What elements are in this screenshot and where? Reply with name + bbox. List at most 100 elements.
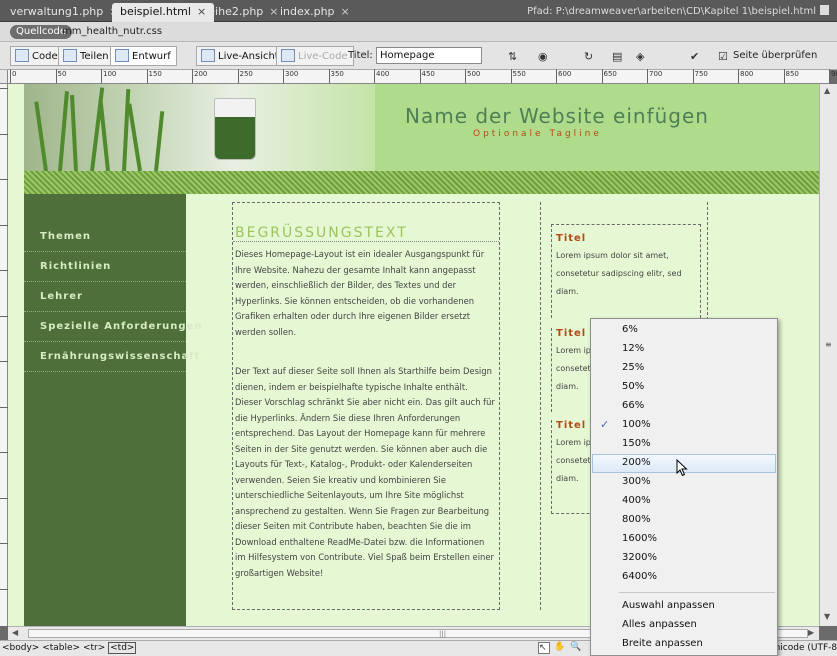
ruler-tick — [738, 69, 739, 83]
zoom-option[interactable]: 6400% — [592, 568, 776, 587]
vertical-ruler — [0, 84, 8, 626]
preview-browser-icon[interactable]: ◉ — [538, 50, 548, 63]
file-path: Pfad: P:\dreamweaver\arbeiten\CD\Kapitel… — [527, 5, 829, 17]
nav-item-lehrer[interactable]: Lehrer — [24, 282, 186, 312]
scroll-left-icon[interactable]: ◀ — [12, 628, 18, 637]
scroll-down-icon[interactable]: ▼ — [824, 612, 830, 621]
ruler-tick — [0, 315, 8, 317]
zoom-fit-option[interactable]: Breite anpassen — [592, 635, 776, 654]
zoom-fit-option[interactable]: Alles anpassen — [592, 616, 776, 635]
tag-path[interactable]: <body> <table> <tr> — [2, 643, 105, 653]
zoom-option-label: 50% — [622, 381, 645, 392]
site-name[interactable]: Name der Website einfügen — [405, 104, 709, 128]
tab-verwaltung1[interactable]: verwaltung1.php× — [2, 3, 126, 22]
site-tagline[interactable]: Optionale Tagline — [473, 129, 602, 139]
design-view-label: Entwurf — [132, 51, 171, 62]
zoom-option[interactable]: 1600% — [592, 530, 776, 549]
grass-blade — [70, 94, 78, 172]
file-management-icon[interactable]: ⇅ — [508, 50, 517, 63]
view-options-icon[interactable]: ▤ — [612, 50, 622, 63]
design-icon — [115, 49, 129, 62]
ruler-tick — [0, 88, 8, 89]
nav-item-themen[interactable]: Themen — [24, 222, 186, 252]
select-tool-icon[interactable]: ↖ — [538, 642, 550, 654]
welcome-paragraph-1[interactable]: Dieses Homepage-Layout ist ein idealer A… — [235, 247, 497, 340]
ruler-tick — [465, 69, 466, 83]
code-view-label: Code — [32, 51, 58, 62]
zoom-option[interactable]: 3200% — [592, 549, 776, 568]
zoom-fit-option[interactable]: Auswahl anpassen — [592, 597, 776, 616]
zoom-option[interactable]: 25% — [592, 359, 776, 378]
nav-item-anforderungen[interactable]: Spezielle Anforderungen — [24, 312, 201, 342]
ruler-origin[interactable] — [0, 70, 8, 84]
box-text[interactable]: Lorem ipsum dolor sit amet, consetetur s… — [556, 247, 700, 301]
box-title[interactable]: Titel — [556, 420, 586, 431]
ruler-tick — [0, 497, 8, 499]
zoom-option[interactable]: ✓ 100% — [592, 416, 776, 435]
grass-blade — [154, 111, 165, 172]
ruler-number: 800 — [740, 70, 754, 78]
grass-blade — [58, 91, 69, 172]
ruler-tick — [829, 69, 830, 83]
design-view-button[interactable]: Entwurf — [110, 46, 177, 66]
zoom-option[interactable]: 400% — [592, 492, 776, 511]
zoom-option[interactable]: 150% — [592, 435, 776, 454]
ruler-number: 0 — [12, 70, 17, 78]
ruler-tick — [0, 361, 8, 362]
check-page-icon[interactable]: ☑ — [718, 50, 728, 63]
box-title[interactable]: Titel — [556, 328, 586, 339]
welcome-paragraph-2[interactable]: Der Text auf dieser Seite soll Ihnen als… — [235, 364, 497, 581]
ruler-tick — [146, 69, 148, 83]
zoom-option[interactable]: 6% — [592, 321, 776, 340]
ruler-number: 250 — [239, 70, 253, 78]
scroll-grip-icon[interactable]: ≡ — [825, 340, 832, 349]
live-view-icon — [201, 49, 215, 62]
split-view-button[interactable]: Teilen — [58, 46, 115, 66]
visual-aids-icon[interactable]: ◈ — [636, 50, 644, 63]
document-tabbar: verwaltung1.php× beispiel.html × reihe2.p… — [0, 0, 837, 22]
hand-tool-icon[interactable]: ✋ — [554, 642, 566, 654]
ruler-number: 400 — [376, 70, 390, 78]
zoom-option-label: 100% — [622, 419, 651, 430]
ruler-number: 200 — [194, 70, 208, 78]
checkmark-icon: ✓ — [600, 418, 610, 431]
header-photo — [24, 84, 375, 172]
check-page-button[interactable]: Seite überprüfen — [733, 50, 817, 61]
refresh-icon[interactable]: ↻ — [584, 50, 593, 63]
related-file-css[interactable]: mm_health_nutr.css — [62, 26, 162, 37]
ruler-tick — [510, 69, 512, 83]
ruler-tick — [0, 133, 8, 135]
main-content-cell[interactable]: BEGRÜSSUNGSTEXT Dieses Homepage-Layout i… — [232, 202, 500, 610]
vertical-scrollbar[interactable]: ▲ ≡ ▼ — [819, 84, 837, 626]
tab-index[interactable]: index.php × — [272, 3, 358, 22]
welcome-heading[interactable]: BEGRÜSSUNGSTEXT — [233, 225, 499, 242]
selected-tag[interactable]: <td> — [108, 642, 137, 654]
validate-icon[interactable]: ✔ — [690, 50, 699, 63]
related-files-bar: Quellcode mm_health_nutr.css — [0, 22, 837, 42]
ruler-tick — [101, 69, 102, 83]
live-view-label: Live-Ansicht — [218, 51, 279, 62]
code-view-button[interactable]: Code — [10, 46, 64, 66]
ruler-tick — [556, 69, 557, 83]
live-code-button: Live-Code — [276, 46, 354, 66]
nav-item-richtlinien[interactable]: Richtlinien — [24, 252, 186, 282]
ruler-number: 150 — [148, 70, 162, 78]
page-title-input[interactable] — [376, 47, 482, 64]
scroll-right-icon[interactable]: ▶ — [808, 628, 814, 637]
sidebar-nav: Themen Richtlinien Lehrer Spezielle Anfo… — [24, 194, 201, 626]
scroll-up-icon[interactable]: ▲ — [824, 86, 830, 95]
ruler-number: 650 — [603, 70, 617, 78]
zoom-tool-icon[interactable]: 🔍 — [570, 642, 582, 654]
box-title[interactable]: Titel — [556, 233, 586, 244]
ruler-tick — [647, 69, 648, 83]
tag-selector[interactable]: <body> <table> <tr> <td> — [2, 642, 137, 654]
zoom-option[interactable]: 800% — [592, 511, 776, 530]
ruler-tick — [0, 406, 8, 408]
nav-item-ernaehrung[interactable]: Ernährungswissenschaft — [24, 342, 199, 372]
zoom-option[interactable]: 66% — [592, 397, 776, 416]
zoom-option[interactable]: 12% — [592, 340, 776, 359]
sidebar-box-1[interactable]: Titel Lorem ipsum dolor sit amet, conset… — [551, 224, 701, 318]
zoom-option[interactable]: 50% — [592, 378, 776, 397]
ruler-number: 500 — [467, 70, 481, 78]
tab-close-icon[interactable]: × — [341, 5, 350, 18]
